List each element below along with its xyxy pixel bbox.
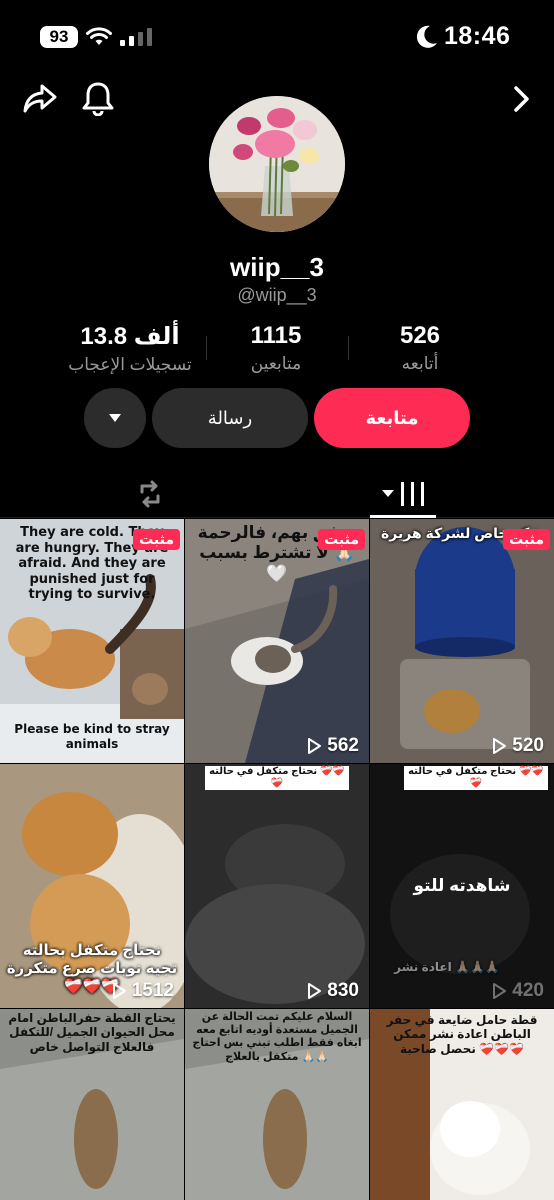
message-button[interactable]: رسالة (152, 388, 308, 448)
stat-following[interactable]: 526 أتابعه (370, 322, 470, 374)
video-tile[interactable]: نرفق بهم، فالرحمة لا تشترط بسبب 🙏🏻🤍 مثبت… (185, 519, 369, 763)
video-caption: يحتاج القطة حفرالباطن امام محل الحيوان ا… (8, 1011, 176, 1054)
follow-button[interactable]: متابعة (314, 388, 470, 448)
view-count: 562 (305, 735, 359, 757)
video-tile[interactable]: They are cold. They are hungry. They are… (0, 519, 184, 763)
stat-following-label: أتابعه (401, 354, 439, 373)
video-caption: السلام عليكم تمت الحالة عن الجميل مستعدة… (192, 1011, 362, 1063)
video-tile[interactable]: نحتاج متكفل بحالته تجيه نوبات صرع متكررة… (0, 764, 184, 1008)
stat-followers-label: متابعين (250, 354, 302, 373)
profile-tabs (0, 470, 554, 518)
caret-down-icon (109, 414, 121, 422)
video-tile[interactable]: قطة حامل ضايعة في حفر الباطن اعادة نشر م… (370, 1009, 554, 1200)
video-tile[interactable]: نحتاج متكفل في حالته ❤️‍🩹❤️‍🩹❤️‍🩹 شاهدته… (370, 764, 554, 1008)
view-count-value: 830 (327, 980, 359, 1001)
play-icon (308, 983, 322, 999)
watched-label: شاهدته للتو (370, 876, 554, 896)
video-caption: نحتاج متكفل في حالته ❤️‍🩹❤️‍🩹❤️‍🩹 (205, 766, 349, 790)
stat-followers[interactable]: 1115 متابعين (226, 322, 326, 374)
pinned-badge: مثبت (133, 529, 180, 550)
avatar[interactable] (209, 96, 345, 232)
bell-icon[interactable] (80, 80, 116, 116)
view-count-value: 562 (327, 735, 359, 756)
chevron-right-icon[interactable] (506, 84, 536, 114)
wifi-icon (86, 27, 112, 45)
video-tile[interactable]: نحتاج متكفل في حالته ❤️‍🩹❤️‍🩹❤️‍🩹 830 (185, 764, 369, 1008)
more-options-button[interactable] (84, 388, 146, 448)
play-icon (308, 738, 322, 754)
stat-divider (206, 336, 207, 360)
stat-followers-value: 1115 (250, 322, 302, 349)
view-count-value: 420 (512, 980, 544, 1001)
stat-divider (348, 336, 349, 360)
video-caption-bottom: اعادة نشر 🙏🏻🙏🏻🙏🏻 (394, 960, 500, 974)
videos-grid-icon[interactable] (380, 478, 428, 510)
pinned-badge: مثبت (318, 529, 365, 550)
view-count: 520 (490, 735, 544, 757)
view-count: 830 (305, 980, 359, 1002)
status-bar: 93 18:46 (0, 0, 554, 74)
view-count-value: 520 (512, 735, 544, 756)
battery-indicator: 93 (40, 26, 78, 48)
play-icon (493, 983, 507, 999)
active-tab-indicator (370, 515, 436, 518)
stat-likes-label: تسجيلات الإعجاب (68, 355, 192, 374)
profile-handle: @wiip__3 (237, 285, 317, 305)
stat-likes-value: 13.8 ألف (80, 323, 180, 350)
video-caption: نحتاج متكفل في حالته ❤️‍🩹❤️‍🩹❤️‍🩹 (404, 766, 548, 790)
play-icon (112, 983, 126, 999)
watched-text: شاهدته للتو (413, 876, 511, 895)
video-caption-bottom: Please be kind to stray animals (14, 722, 170, 751)
video-thumbnail (185, 764, 369, 1008)
clock: 18:46 (444, 22, 511, 50)
video-tile[interactable]: السلام عليكم تمت الحالة عن الجميل مستعدة… (185, 1009, 369, 1200)
video-tile[interactable]: يحتاج القطة حفرالباطن امام محل الحيوان ا… (0, 1009, 184, 1200)
video-thumbnail (370, 519, 554, 763)
profile-display-name: wiip__3 (230, 252, 324, 282)
moon-icon (416, 25, 437, 48)
profile-stats: 526 أتابعه 1115 متابعين 13.8 ألف تسجيلات… (60, 322, 500, 375)
stat-following-value: 526 (399, 322, 441, 349)
play-icon (493, 738, 507, 754)
video-tile[interactable]: شكر خاص لشركة هريرة مثبت 520 (370, 519, 554, 763)
pinned-badge: مثبت (503, 529, 550, 550)
view-count: 1512 (110, 980, 174, 1002)
stat-likes[interactable]: 13.8 ألف تسجيلات الإعجاب (60, 322, 200, 375)
view-count-value: 1512 (131, 980, 174, 1001)
share-icon[interactable] (22, 80, 58, 116)
cellular-signal-icon (120, 28, 152, 46)
video-caption: قطة حامل ضايعة في حفر الباطن اعادة نشر م… (386, 1013, 538, 1056)
avatar-flower-image (209, 96, 345, 232)
repost-icon[interactable] (134, 478, 166, 510)
view-count: 420 (490, 980, 544, 1002)
